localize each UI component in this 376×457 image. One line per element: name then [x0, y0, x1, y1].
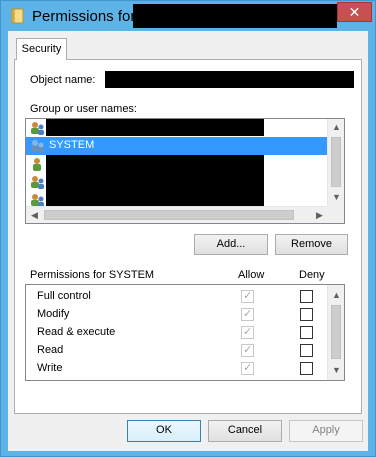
list-item-selected[interactable]: SYSTEM	[26, 137, 328, 155]
group-user-names-label: Group or user names:	[30, 103, 137, 115]
deny-checkbox[interactable]	[300, 308, 313, 321]
permissions-window: Permissions for ✕ Security Object name: …	[0, 0, 376, 457]
redacted-object-path	[105, 71, 354, 88]
user-list-horizontal-scrollbar[interactable]: ◀ ▶	[26, 206, 328, 223]
allow-checkbox[interactable]	[241, 289, 254, 303]
user-list-vertical-scrollbar[interactable]: ▲ ▼	[327, 119, 344, 206]
apply-button[interactable]: Apply	[289, 420, 363, 442]
permission-name: Read & execute	[37, 326, 116, 338]
allow-checkbox[interactable]	[241, 361, 254, 375]
ok-button[interactable]: OK	[127, 420, 201, 442]
deny-checkbox[interactable]	[300, 362, 313, 375]
allow-column-header: Allow	[238, 269, 265, 281]
title-bar[interactable]: Permissions for ✕	[1, 1, 375, 31]
permission-row: Read	[26, 341, 328, 359]
list-item[interactable]	[26, 119, 328, 137]
window-title: Permissions for	[32, 8, 136, 25]
permission-row: Modify	[26, 305, 328, 323]
user-group-icon	[30, 193, 45, 207]
cancel-button[interactable]: Cancel	[208, 420, 282, 442]
redacted-object-name	[133, 4, 337, 28]
user-list[interactable]: SYSTEM ▲ ▼ ◀ ▶	[25, 118, 345, 224]
allow-checkbox[interactable]	[241, 307, 254, 321]
permission-row: Full control	[26, 287, 328, 305]
scroll-thumb[interactable]	[331, 137, 341, 187]
list-item[interactable]	[26, 155, 328, 209]
dialog-client-area: Security Object name: Group or user name…	[8, 31, 368, 451]
list-item-label: SYSTEM	[49, 139, 95, 151]
folder-icon	[11, 8, 25, 24]
permissions-list[interactable]: Full control Modify Read & execute Read	[25, 284, 345, 381]
tab-security[interactable]: Security	[16, 38, 67, 60]
scroll-right-icon[interactable]: ▶	[311, 207, 328, 223]
scroll-left-icon[interactable]: ◀	[26, 207, 43, 223]
scroll-thumb[interactable]	[44, 210, 294, 220]
redacted-user-name	[46, 119, 264, 136]
close-button[interactable]: ✕	[337, 2, 372, 22]
user-group-icon	[30, 175, 45, 189]
permission-name: Modify	[37, 308, 70, 320]
permission-row: Write	[26, 359, 328, 377]
user-group-icon	[30, 121, 45, 135]
permissions-vertical-scrollbar[interactable]: ▲ ▼	[327, 285, 344, 380]
permission-row: Read & execute	[26, 323, 328, 341]
deny-checkbox[interactable]	[300, 344, 313, 357]
scroll-down-icon[interactable]: ▼	[328, 189, 344, 206]
allow-checkbox[interactable]	[241, 325, 254, 339]
scroll-up-icon[interactable]: ▲	[328, 119, 344, 136]
user-icon	[30, 157, 45, 171]
add-button[interactable]: Add...	[194, 234, 268, 255]
allow-checkbox[interactable]	[241, 343, 254, 357]
deny-checkbox[interactable]	[300, 326, 313, 339]
permission-name: Write	[37, 362, 63, 374]
scroll-down-icon[interactable]: ▼	[328, 362, 344, 379]
scroll-up-icon[interactable]: ▲	[328, 287, 344, 304]
permissions-header: Permissions for SYSTEM	[30, 269, 155, 281]
list-item[interactable]	[26, 173, 328, 191]
user-group-icon	[30, 139, 45, 153]
object-name-label: Object name:	[30, 74, 96, 86]
permission-name: Full control	[37, 290, 91, 302]
scroll-thumb[interactable]	[331, 305, 341, 359]
deny-column-header: Deny	[299, 269, 325, 281]
remove-button[interactable]: Remove	[275, 234, 348, 255]
scrollbar-corner	[327, 206, 344, 223]
deny-checkbox[interactable]	[300, 290, 313, 303]
permission-name: Read	[37, 344, 64, 356]
